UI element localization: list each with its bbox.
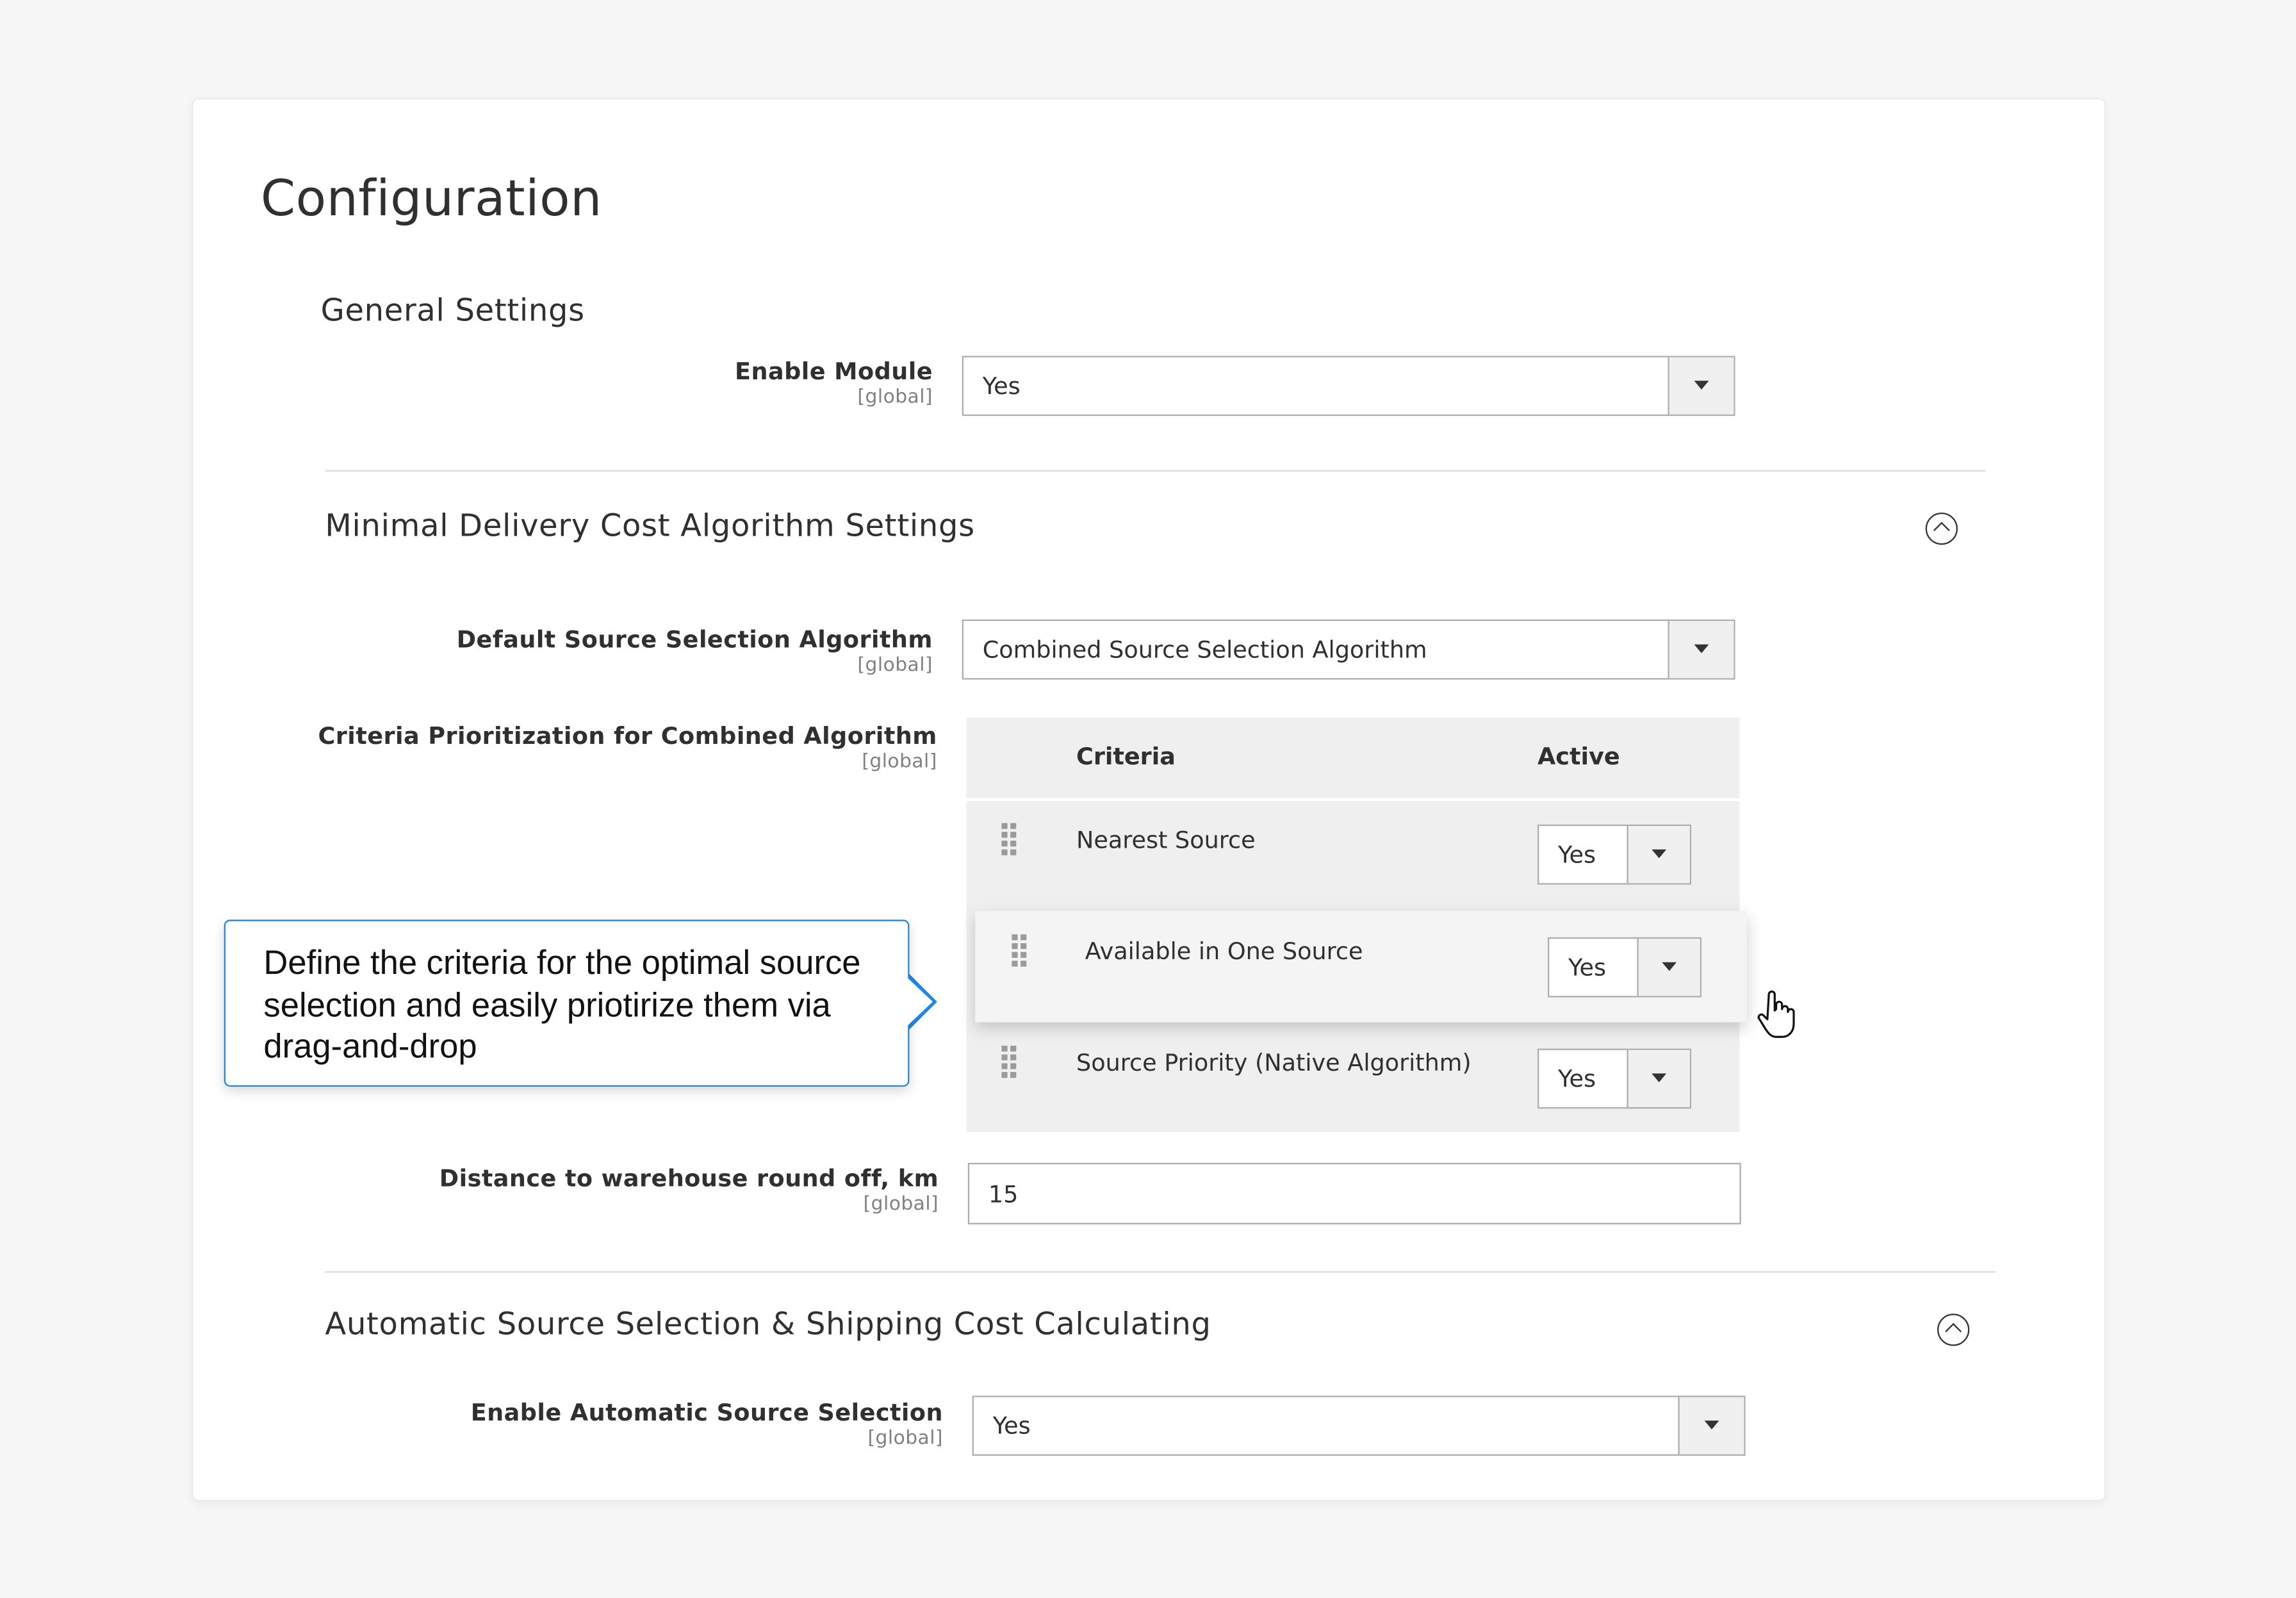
enable-module-select[interactable]: Yes <box>962 356 1735 416</box>
callout-text: Define the criteria for the optimal sour… <box>263 943 861 1065</box>
enable-module-value: Yes <box>982 372 1021 400</box>
enable-auto-label: Enable Automatic Source Selection [globa… <box>439 1399 943 1450</box>
criteria-active-value: Yes <box>1557 1064 1596 1093</box>
automatic-selection-title: Automatic Source Selection & Shipping Co… <box>325 1306 1211 1342</box>
default-algo-select[interactable]: Combined Source Selection Algorithm <box>962 619 1735 680</box>
drag-handle-icon[interactable] <box>1001 1045 1019 1081</box>
criteria-active-select[interactable]: Yes <box>1537 824 1691 885</box>
criteria-active-value: Yes <box>1568 953 1607 982</box>
criteria-label-text: Criteria Prioritization for Combined Alg… <box>318 721 937 750</box>
callout-pointer-fill <box>906 976 933 1027</box>
criteria-row-name: Available in One Source <box>1085 937 1363 966</box>
criteria-row-name: Nearest Source <box>1076 826 1256 854</box>
enable-auto-dropdown-button[interactable] <box>1678 1397 1744 1454</box>
chevron-up-circle-icon[interactable] <box>1937 1314 1970 1346</box>
criteria-active-select[interactable]: Yes <box>1537 1048 1691 1109</box>
criteria-column-header: Criteria <box>1076 742 1176 771</box>
default-algo-dropdown-button[interactable] <box>1668 621 1734 679</box>
active-column-header: Active <box>1537 742 1620 771</box>
triangle-down-icon <box>1694 381 1709 390</box>
enable-auto-scope: [global] <box>867 1428 943 1450</box>
triangle-down-icon <box>1662 962 1677 971</box>
criteria-active-dropdown-button[interactable] <box>1627 1050 1690 1107</box>
section-divider <box>325 470 1986 472</box>
triangle-down-icon <box>1704 1421 1719 1429</box>
enable-module-label: Enable Module [global] <box>586 358 933 409</box>
general-settings-title: General Settings <box>320 293 585 328</box>
minimal-delivery-title: Minimal Delivery Cost Algorithm Settings <box>325 508 975 543</box>
triangle-down-icon <box>1652 1073 1667 1083</box>
drag-handle-icon[interactable] <box>1012 934 1029 969</box>
default-algo-label: Default Source Selection Algorithm [glob… <box>439 625 933 677</box>
enable-module-scope: [global] <box>857 386 933 409</box>
criteria-active-select[interactable]: Yes <box>1547 937 1702 998</box>
default-algo-label-text: Default Source Selection Algorithm <box>456 625 933 654</box>
screen: Configuration General Settings Enable Mo… <box>0 0 2296 1598</box>
criteria-active-dropdown-button[interactable] <box>1637 939 1700 996</box>
section-divider <box>325 1271 1996 1273</box>
distance-label: Distance to warehouse round off, km [glo… <box>410 1164 939 1215</box>
enable-module-dropdown-button[interactable] <box>1668 357 1734 415</box>
tooltip-callout: Define the criteria for the optimal sour… <box>224 919 910 1087</box>
criteria-row-name: Source Priority (Native Algorithm) <box>1076 1048 1472 1076</box>
criteria-label: Criteria Prioritization for Combined Alg… <box>293 722 937 773</box>
triangle-down-icon <box>1652 849 1667 859</box>
distance-label-text: Distance to warehouse round off, km <box>439 1164 939 1192</box>
criteria-active-value: Yes <box>1557 840 1596 869</box>
enable-auto-select[interactable]: Yes <box>972 1396 1746 1456</box>
criteria-scope: [global] <box>862 751 937 773</box>
triangle-down-icon <box>1694 644 1709 654</box>
enable-auto-value: Yes <box>992 1412 1031 1440</box>
default-algo-value: Combined Source Selection Algorithm <box>982 635 1427 664</box>
criteria-active-dropdown-button[interactable] <box>1627 826 1690 884</box>
hand-pointer-icon <box>1757 990 1795 1038</box>
distance-scope: [global] <box>863 1193 939 1216</box>
chevron-up-circle-icon[interactable] <box>1925 512 1958 545</box>
default-algo-scope: [global] <box>857 654 933 677</box>
page-title: Configuration <box>260 170 602 229</box>
enable-auto-label-text: Enable Automatic Source Selection <box>470 1398 943 1427</box>
drag-handle-icon[interactable] <box>1001 823 1019 859</box>
enable-module-label-text: Enable Module <box>735 357 933 386</box>
distance-input[interactable]: 15 <box>967 1162 1741 1224</box>
distance-value: 15 <box>988 1180 1019 1208</box>
